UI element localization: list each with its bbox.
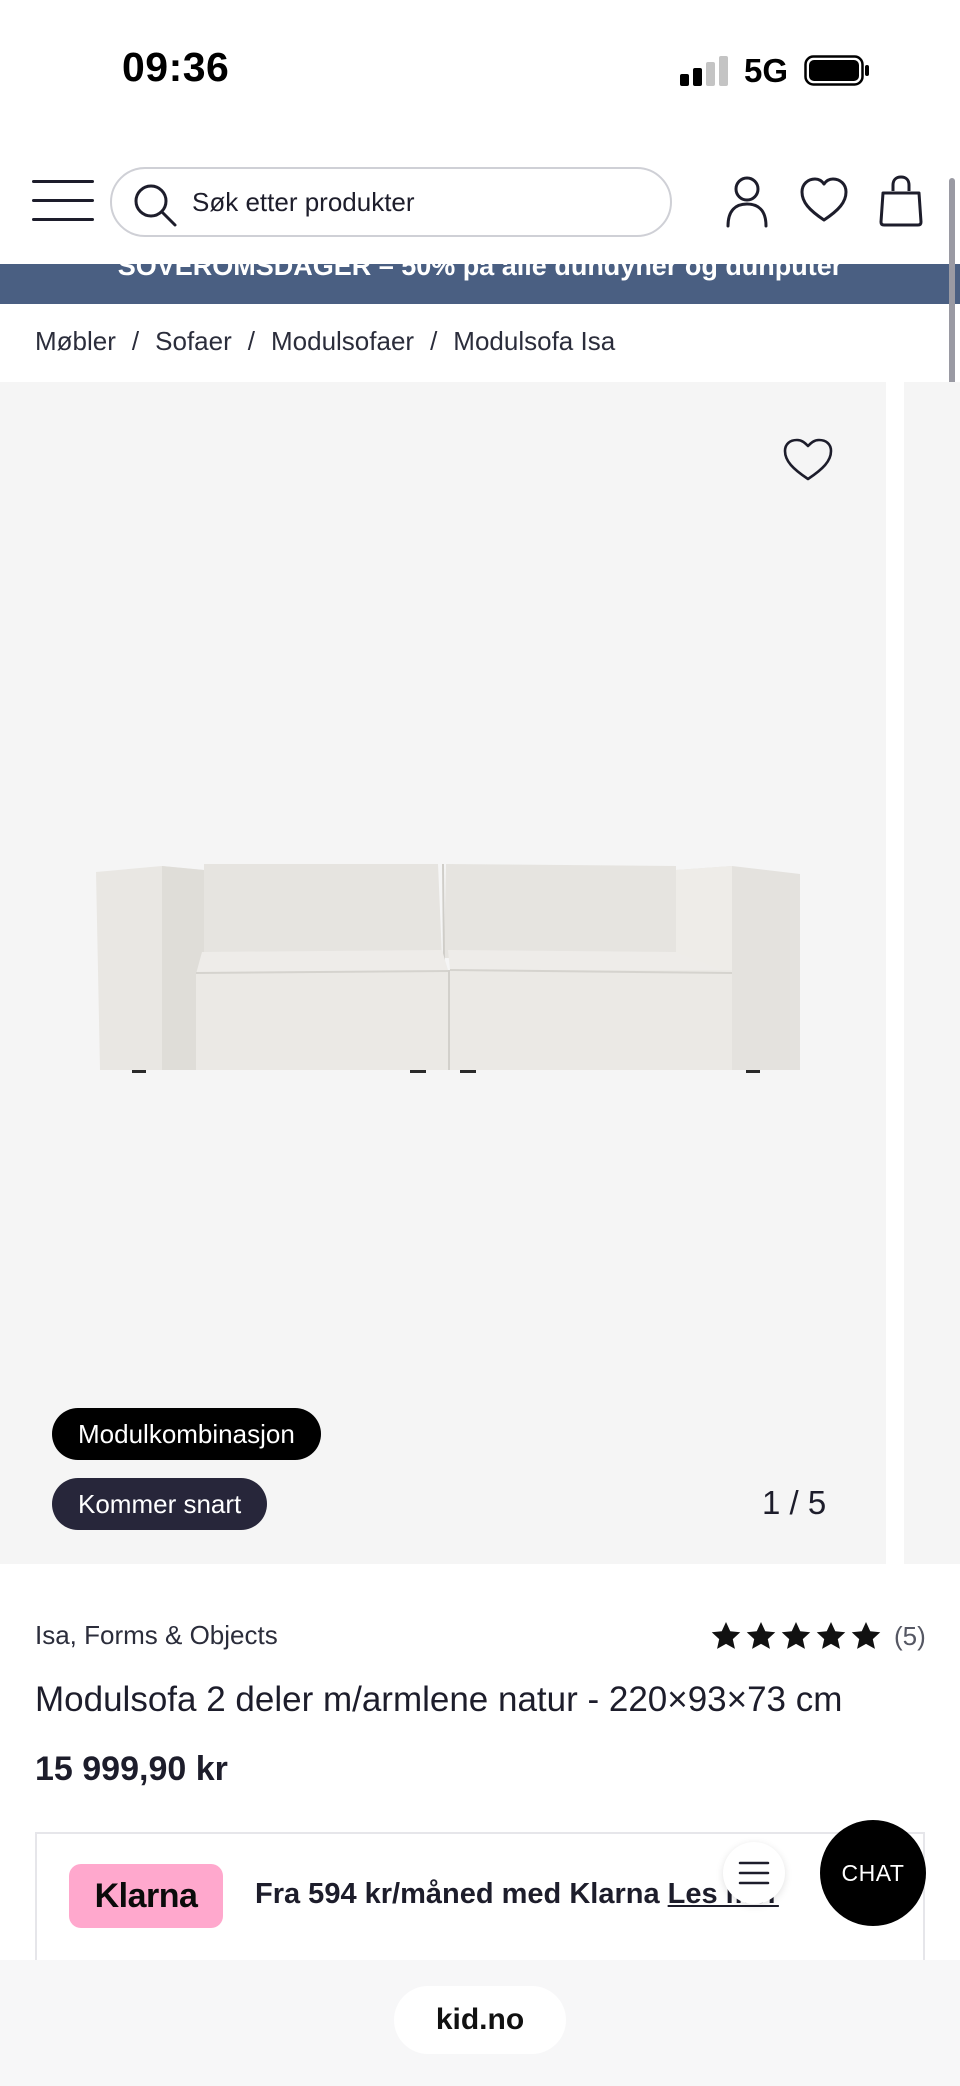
browser-url-bar: kid.no bbox=[0, 1960, 960, 2086]
cellular-signal-icon bbox=[680, 56, 730, 86]
menu-line-icon bbox=[32, 199, 94, 202]
promo-text: SOVEROMSDAGER – 50% på alle dundyner og … bbox=[117, 264, 843, 281]
klarna-text: Fra 594 kr/måned med Klarna Les mer bbox=[255, 1878, 779, 1911]
star-icon bbox=[816, 1622, 846, 1649]
status-bar: 09:36 5G bbox=[0, 0, 960, 140]
breadcrumb: Møbler / Sofaer / Modulsofaer / Modulsof… bbox=[35, 322, 615, 360]
breadcrumb-separator: / bbox=[131, 325, 140, 356]
hamburger-menu-button[interactable] bbox=[32, 180, 94, 222]
site-header bbox=[0, 140, 960, 264]
star-icon bbox=[851, 1622, 881, 1649]
next-image-peek[interactable] bbox=[904, 382, 960, 1564]
product-image-gallery[interactable]: Modulkombinasjon Kommer snart 1 / 5 bbox=[0, 382, 886, 1564]
breadcrumb-item-current: Modulsofa Isa bbox=[453, 325, 616, 356]
product-brand[interactable]: Isa, Forms & Objects bbox=[35, 1620, 278, 1651]
search-icon bbox=[134, 184, 177, 227]
breadcrumb-item-mobler[interactable]: Møbler bbox=[35, 326, 116, 357]
wishlist-heart-icon[interactable] bbox=[799, 174, 849, 228]
battery-icon bbox=[804, 55, 869, 86]
network-type: 5G bbox=[744, 52, 789, 89]
product-title: Modulsofa 2 deler m/armlene natur - 220×… bbox=[35, 1680, 843, 1719]
url-domain-pill[interactable]: kid.no bbox=[394, 1986, 566, 2054]
badge-module-combination: Modulkombinasjon bbox=[52, 1408, 321, 1460]
product-image-sofa bbox=[96, 863, 800, 1073]
rating-stars bbox=[710, 1620, 882, 1652]
klarna-logo: Klarna bbox=[69, 1864, 223, 1928]
star-icon bbox=[781, 1622, 811, 1649]
badge-coming-soon: Kommer snart bbox=[52, 1478, 268, 1530]
star-icon bbox=[711, 1622, 741, 1649]
status-time: 09:36 bbox=[122, 44, 230, 90]
breadcrumb-item-modulsofaer[interactable]: Modulsofaer bbox=[271, 326, 414, 357]
klarna-monthly-text: Fra 594 kr/måned med Klarna bbox=[255, 1878, 660, 1910]
chat-button[interactable]: CHAT bbox=[820, 1820, 926, 1926]
floating-menu-button[interactable] bbox=[723, 1842, 785, 1904]
shopping-bag-icon[interactable] bbox=[878, 174, 924, 228]
rating-count: (5) bbox=[894, 1620, 926, 1651]
list-menu-icon bbox=[738, 1861, 770, 1885]
breadcrumb-separator: / bbox=[430, 325, 438, 356]
favorite-heart-icon[interactable] bbox=[782, 437, 834, 483]
account-icon[interactable] bbox=[722, 174, 772, 228]
search-input[interactable] bbox=[192, 181, 652, 223]
image-counter: 1 / 5 bbox=[762, 1484, 827, 1521]
menu-line-icon bbox=[32, 218, 94, 221]
klarna-financing-box: Klarna Fra 594 kr/måned med Klarna Les m… bbox=[35, 1832, 925, 1962]
breadcrumb-item-sofaer[interactable]: Sofaer bbox=[155, 326, 232, 357]
star-icon bbox=[746, 1622, 776, 1649]
promo-banner[interactable]: SOVEROMSDAGER – 50% på alle dundyner og … bbox=[0, 264, 960, 304]
product-rating[interactable]: (5) bbox=[710, 1617, 926, 1655]
breadcrumb-separator: / bbox=[247, 325, 255, 356]
menu-line-icon bbox=[32, 180, 94, 183]
product-price: 15 999,90 kr bbox=[35, 1750, 228, 1788]
search-bar[interactable] bbox=[110, 167, 672, 237]
